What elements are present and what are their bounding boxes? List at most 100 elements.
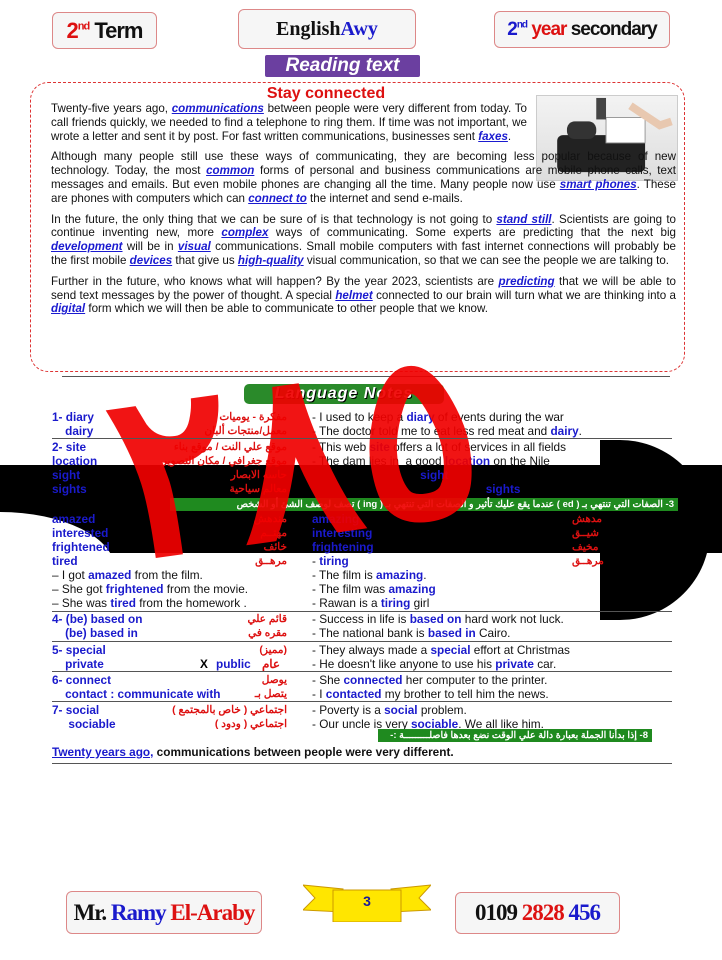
note-row: contact : communicate with يتصل بـ - I con…	[52, 687, 672, 701]
text: - Poverty is a	[312, 703, 385, 717]
story-paragraphs: Twenty-five years ago, communications be…	[51, 102, 676, 323]
reading-box: Stay connected Twenty-five years ago, co…	[30, 82, 685, 372]
example-8-rest: communications between people were very …	[153, 745, 454, 759]
brand-english: English	[276, 17, 341, 40]
text: form which we will then be able to commu…	[85, 302, 488, 316]
reading-text-label: Reading text	[265, 55, 420, 77]
text: from the film.	[131, 568, 203, 582]
note-row: – She was tired from the homework . - Raw…	[52, 596, 672, 610]
text: - The dam lies in a good	[312, 454, 445, 468]
story-paragraph: Although many people still use these way…	[51, 150, 676, 205]
note-row: interested مهتــم interesting شيــق	[52, 526, 672, 540]
term-number: 2	[66, 17, 79, 43]
note-word: 7- social	[52, 703, 100, 717]
highlight-word: tiring	[380, 596, 411, 610]
highlight-word: sights	[312, 482, 521, 496]
note-row: sights معالم سياحية sights	[52, 482, 672, 496]
highlight-word: complex	[221, 226, 269, 240]
highlight-word: interesting	[312, 526, 373, 540]
note-example: frightening	[312, 540, 374, 554]
note-word: sight	[52, 468, 81, 482]
highlight-word: tiring	[319, 554, 349, 568]
note-example: - I used to keep a diary of events durin…	[312, 410, 564, 424]
highlight-word: tired	[110, 596, 136, 610]
highlight-word: amazing	[312, 512, 360, 526]
highlight-word: digital	[51, 302, 86, 316]
highlight-word: amazing	[376, 568, 424, 582]
text: from the homework .	[135, 596, 247, 610]
highlight-word: contacted	[325, 687, 382, 701]
text: - I	[312, 687, 326, 701]
text: visual communication, so that we can see…	[303, 253, 670, 267]
highlight-word: amazed	[88, 568, 132, 582]
note-arabic-2: مخيف	[572, 541, 599, 553]
note-arabic: مفكرة - يوميات	[219, 411, 287, 423]
story-paragraph: In the future, the only thing that we ca…	[51, 213, 676, 268]
note-row: 1- diary مفكرة - يوميات - I used to keep a…	[52, 410, 672, 424]
teacher-name: Mr. Ramy El-Araby	[66, 891, 262, 934]
highlight-word: based in	[427, 626, 476, 640]
teacher-title: Mr.	[73, 899, 108, 925]
phone-part-1: 0109	[475, 900, 518, 925]
highlight-word: sight	[312, 468, 449, 482]
text: - He doesn't like anyone to use his	[312, 657, 496, 671]
highlight-word: stand still	[496, 212, 552, 226]
note-arabic-2: مدهش	[572, 513, 603, 525]
divider	[62, 376, 670, 377]
note-word: (be) based in	[52, 626, 138, 640]
text: Cairo.	[475, 626, 511, 640]
term-badge: 2nd Term	[52, 12, 157, 49]
highlight-word: connected	[343, 673, 403, 687]
text: – I got	[52, 568, 89, 582]
highlight-word: faxes	[478, 129, 508, 143]
note-row: 5- special (مميز) - They always made a spe…	[52, 643, 672, 657]
example-8: Twenty years ago, communications between…	[52, 745, 672, 759]
note-x: X	[200, 657, 208, 671]
text: problem.	[417, 703, 467, 717]
note-example: - Success in life is based on hard work …	[312, 612, 564, 626]
note-example-left: – She got frightened from the movie.	[52, 582, 248, 596]
text: her computer to the printer.	[402, 673, 548, 687]
language-notes-label: Language Notes	[244, 384, 444, 404]
text: – She was	[52, 596, 111, 610]
highlight-word: development	[51, 240, 123, 254]
teacher-last: El-Araby	[170, 899, 255, 925]
text: that give us	[172, 253, 238, 267]
text: – She got	[52, 582, 106, 596]
text: .	[578, 424, 582, 438]
note-example: - The dam lies in a good location on the…	[312, 454, 550, 468]
note-arabic: معمل/منتجات ألبان	[204, 425, 287, 437]
note-example: amazing	[312, 512, 359, 526]
note-example: - The doctor told me to eat less red mea…	[312, 424, 582, 438]
brand-logo: English Awy	[238, 9, 416, 49]
text: Twenty-five years ago,	[51, 102, 172, 115]
rule-3: 3- الصفات التي تنتهي بـ ( ed ) عندما يقع…	[170, 498, 678, 511]
note-word: tired	[52, 554, 78, 568]
phone-number: 0109 2828 456	[455, 892, 620, 934]
story-paragraph: Further in the future, who knows what wi…	[51, 275, 676, 316]
text: effort at Christmas	[470, 643, 570, 657]
text: girl	[410, 596, 430, 610]
highlight-word: visual	[177, 240, 211, 254]
note-row: tired مرهــق - tiring مرهــق	[52, 554, 672, 568]
highlight-word: based on	[409, 612, 462, 626]
note-row: 4- (be) based on قائم علي - Success in lif…	[52, 612, 672, 626]
story-title: Stay connected	[266, 85, 386, 102]
note-arabic: موقع جغرافي / مكان التصوير	[161, 455, 287, 467]
note-example: sight	[312, 468, 448, 482]
phone-part-2: 2828	[521, 900, 565, 925]
note-example: - The film is amazing.	[312, 568, 427, 582]
text: on the Nile	[490, 454, 550, 468]
highlight-word: frightened	[105, 582, 164, 596]
text: of events during the war	[434, 410, 564, 424]
note-arabic: (مميز)	[259, 644, 287, 656]
highlight-word: communications	[171, 102, 264, 115]
rule-8: 8- إذا بدأنا الجملة بعبارة دالة علي الوق…	[378, 729, 652, 742]
note-word: dairy	[52, 424, 94, 438]
note-example: - tiring	[312, 554, 349, 568]
text: - The doctor told me to eat less red mea…	[312, 424, 551, 438]
highlight-word: private	[495, 657, 534, 671]
note-arabic: موقع علي النت / موقع بناء	[173, 441, 287, 453]
year-rest: secondary	[570, 18, 658, 40]
note-example-left: – I got amazed from the film.	[52, 568, 203, 582]
